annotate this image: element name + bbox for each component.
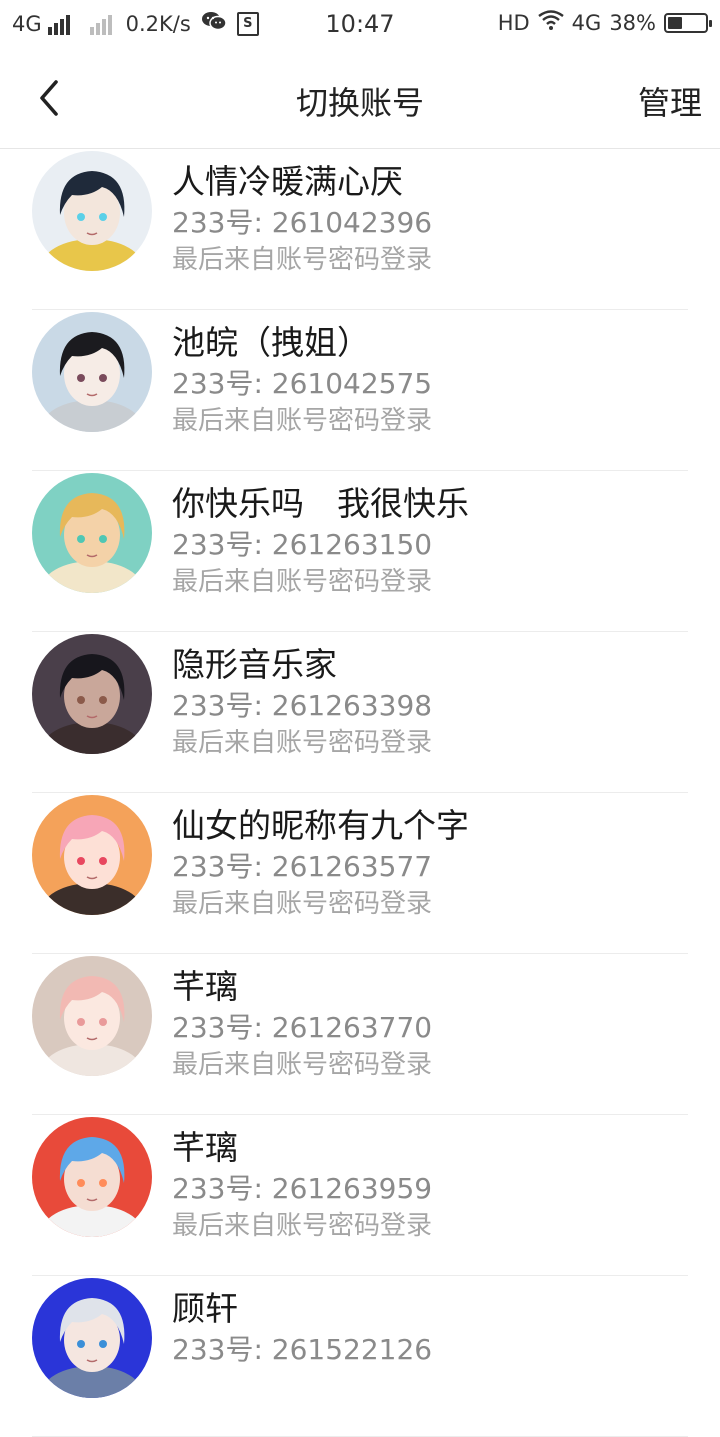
account-name: 池皖（拽姐） [172, 323, 370, 362]
navigation-bar: 切换账号 管理 [0, 50, 720, 149]
login-method: 最后来自账号密码登录 [172, 728, 433, 758]
account-name: 仙女的昵称有九个字 [172, 806, 469, 845]
login-method: 最后来自账号密码登录 [172, 1211, 433, 1241]
account-name: 人情冷暖满心厌 [172, 162, 403, 201]
hd-indicator: HD [497, 10, 530, 35]
battery-percent: 38% [609, 10, 656, 35]
account-item[interactable]: 人情冷暖满心厌 233号: 261042396 最后来自账号密码登录 [32, 149, 688, 310]
account-id: 233号: 261263577 [172, 850, 433, 883]
account-id: 233号: 261042396 [172, 206, 433, 239]
manage-button[interactable]: 管理 [638, 78, 702, 124]
account-id: 233号: 261263959 [172, 1172, 433, 1205]
account-item[interactable]: 隐形音乐家 233号: 261263398 最后来自账号密码登录 [32, 632, 688, 793]
account-item[interactable]: 仙女的昵称有九个字 233号: 261263577 最后来自账号密码登录 [32, 793, 688, 954]
battery-icon [664, 12, 712, 33]
avatar [32, 634, 152, 754]
account-item[interactable]: 池皖（拽姐） 233号: 261042575 最后来自账号密码登录 [32, 310, 688, 471]
account-id: 233号: 261263770 [172, 1011, 433, 1044]
avatar [32, 1278, 152, 1398]
avatar [32, 473, 152, 593]
avatar [32, 956, 152, 1076]
account-id: 233号: 261522126 [172, 1333, 433, 1366]
battery-fill [668, 16, 682, 29]
account-name: 芊璃 [172, 1128, 238, 1167]
account-list: 人情冷暖满心厌 233号: 261042396 最后来自账号密码登录 池皖（拽姐） 2… [0, 149, 720, 1437]
account-name: 芊璃 [172, 967, 238, 1006]
account-name: 你快乐吗 我很快乐 [172, 484, 469, 523]
account-name: 顾轩 [172, 1289, 238, 1328]
account-item[interactable]: 芊璃 233号: 261263959 最后来自账号密码登录 [32, 1115, 688, 1276]
avatar [32, 1117, 152, 1237]
status-bar: 4G 0.2K/s S 10:47 HD 4G 38% [0, 0, 720, 50]
avatar [32, 795, 152, 915]
page-title: 切换账号 [295, 84, 424, 122]
account-id: 233号: 261263398 [172, 689, 433, 722]
login-method: 最后来自账号密码登录 [172, 1050, 433, 1080]
account-item[interactable]: 顾轩 233号: 261522126 [32, 1276, 688, 1437]
status-right: HD 4G 38% [490, 10, 712, 35]
account-item[interactable]: 芊璃 233号: 261263770 最后来自账号密码登录 [32, 954, 688, 1115]
login-method: 最后来自账号密码登录 [172, 889, 433, 919]
login-method: 最后来自账号密码登录 [172, 567, 433, 597]
account-id: 233号: 261263150 [172, 528, 433, 561]
login-method: 最后来自账号密码登录 [172, 245, 433, 275]
network-type-2: 4G [571, 10, 602, 35]
account-item[interactable]: 你快乐吗 我很快乐 233号: 261263150 最后来自账号密码登录 [32, 471, 688, 632]
account-name: 隐形音乐家 [172, 645, 337, 684]
login-method: 最后来自账号密码登录 [172, 406, 433, 436]
account-id: 233号: 261042575 [172, 367, 433, 400]
avatar [32, 312, 152, 432]
wifi-icon [537, 10, 564, 35]
avatar [32, 151, 152, 271]
